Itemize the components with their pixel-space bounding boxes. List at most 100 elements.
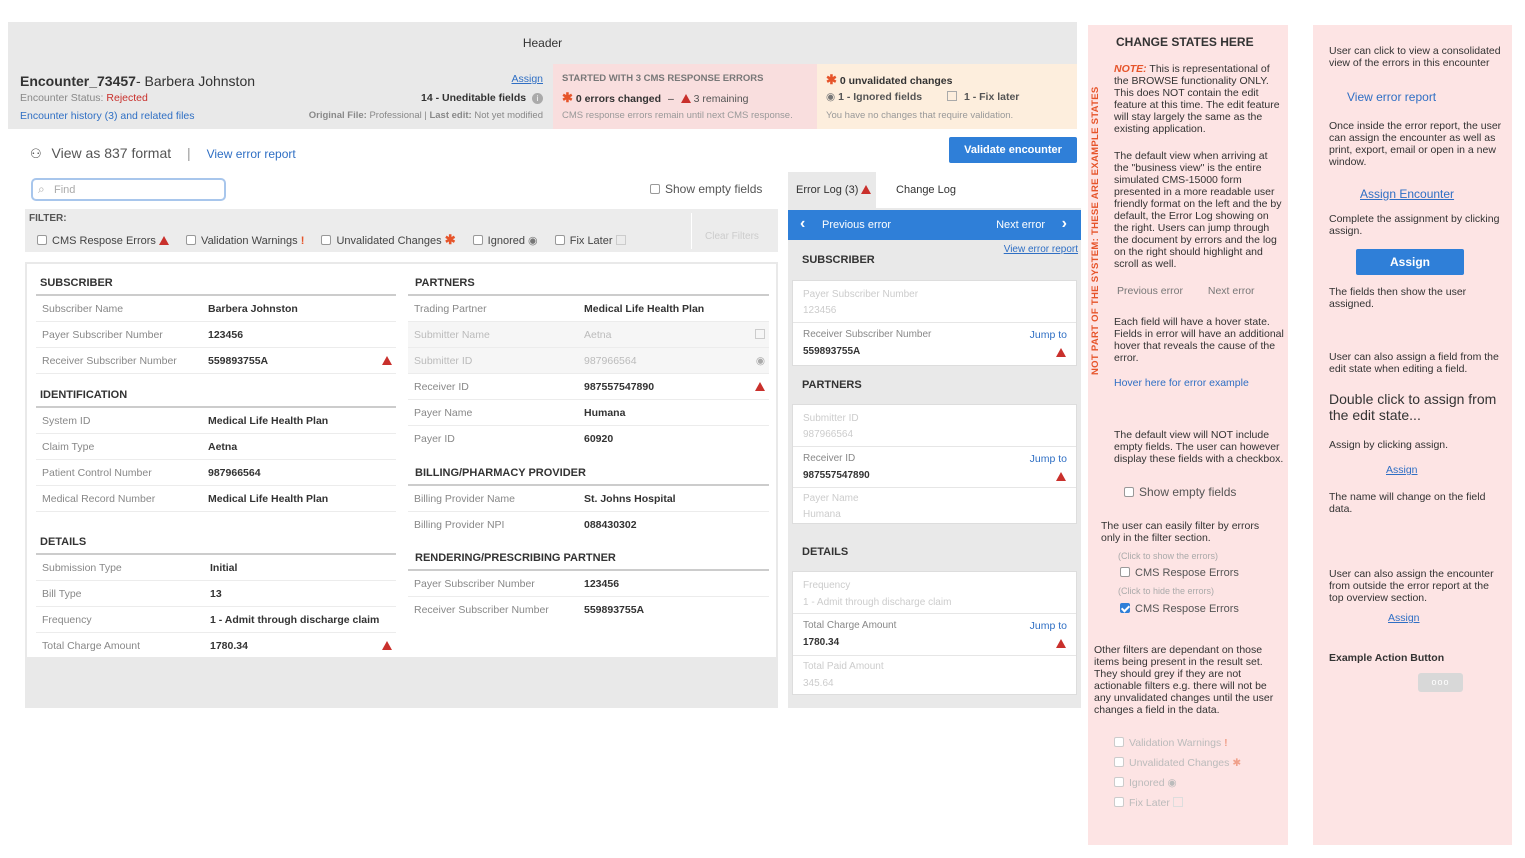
info-icon[interactable]: i [532,93,543,104]
table-row[interactable]: Patient Control Number 987966564 [36,460,396,486]
encounter-history-link[interactable]: Encounter history (3) and related files [20,110,195,122]
table-row[interactable]: Total Charge Amount 1780.34 [36,633,396,659]
next-error-button[interactable]: Next error [996,219,1045,231]
example-cms-checked[interactable]: CMS Respose Errors [1120,603,1239,615]
table-row[interactable]: Payer Name Humana [408,400,769,426]
fix-later-square-icon[interactable] [755,329,765,339]
table-row[interactable]: System ID Medical Life Health Plan [36,408,396,434]
chevron-left-icon[interactable]: ‹ [800,215,805,233]
assign-encounter-link[interactable]: Assign Encounter [1360,187,1454,201]
warning-icon[interactable] [382,641,392,650]
filter-cms-errors[interactable]: CMS Respose Errors [37,235,169,247]
table-row[interactable]: Payer ID 60920 [408,426,769,452]
example-view-error-report[interactable]: View error report [1347,90,1436,104]
tree-icon[interactable]: ⚇ [30,146,42,161]
validate-encounter-button[interactable]: Validate encounter [949,137,1077,163]
last-edit-value: Not yet modified [474,110,543,121]
filter-divider [691,213,692,249]
identification-heading: IDENTIFICATION [40,389,128,401]
assign-link-1[interactable]: Assign [1386,464,1418,476]
vertical-note: NOT PART OF THE SYSTEM: THESE ARE EXAMPL… [1090,86,1101,375]
file-meta: Original File: Professional | Last edit:… [308,110,543,121]
empty-fields-text: The default view will NOT include empty … [1114,429,1284,465]
assign-notes-panel: User can click to view a consolidated vi… [1313,25,1512,845]
error-details-heading: DETAILS [802,546,849,558]
example-previous-error[interactable]: Previous error [1117,285,1183,297]
view-837-link[interactable]: View as 837 format [52,145,172,161]
table-row[interactable]: Payer Subscriber Number 123456 [408,571,769,597]
view-error-report-link[interactable]: View error report [207,147,296,161]
error-field-label: Total Charge Amount [803,620,897,631]
table-row[interactable]: Billing Provider NPI 088430302 [408,512,769,538]
example-next-error[interactable]: Next error [1208,285,1255,297]
error-field-label: Submitter ID [803,413,859,424]
table-row[interactable]: Receiver ID 987557547890 [408,374,769,400]
greyed-unvalidated-changes: Unvalidated Changes ✱ [1114,753,1241,773]
uneditable-fields: 14 - Uneditable fields i [421,92,543,104]
example-action-button[interactable]: ooo [1418,673,1463,692]
jump-to-link[interactable]: Jump to [1030,620,1067,632]
greyed-ignored: Ignored ◉ [1114,773,1241,793]
table-row[interactable]: Medical Record Number Medical Life Health… [36,486,396,512]
table-row[interactable]: Payer Subscriber Number 123456 [36,322,396,348]
hover-error-example-link[interactable]: Hover here for error example [1114,377,1249,389]
warning-icon [680,94,691,103]
assign-link-2[interactable]: Assign [1388,612,1420,624]
eye-slash-icon: ◉ [826,91,836,103]
example-action-title: Example Action Button [1329,652,1445,664]
tab-error-log[interactable]: Error Log (3) [788,172,876,208]
unvalidated-counts: ◉ 1 - Ignored fields 1 - Fix later [826,91,1019,103]
table-row[interactable]: Subscriber Name Barbera Johnston [36,296,396,322]
jump-to-link[interactable]: Jump to [1030,329,1067,341]
encounter-patient: - Barbera Johnston [135,73,256,89]
cms-note: CMS response errors remain until next CM… [562,110,793,121]
table-row[interactable]: Receiver Subscriber Number 559893755A [36,348,396,374]
warning-icon [1056,639,1066,648]
exclamation-icon: ! [300,235,305,247]
assign-link[interactable]: Assign [511,73,543,85]
table-row[interactable]: Bill Type 13 [36,581,396,607]
filter-ignored[interactable]: Ignored ◉ [472,235,538,247]
error-details-box: Frequency 1 - Admit through discharge cl… [792,571,1077,695]
click-show-hint: (Click to show the errors) [1118,551,1219,561]
show-empty-toggle[interactable]: Show empty fields [650,182,762,196]
greyed-filters: Validation Warnings ! Unvalidated Change… [1114,733,1241,813]
assign-button[interactable]: Assign [1356,249,1464,275]
tab-change-log[interactable]: Change Log [876,172,976,208]
table-row[interactable]: Submitter Name Aetna [408,322,769,348]
error-field-value: 987557547890 [803,470,870,481]
assign-by-click-text: Assign by clicking assign. [1329,439,1449,451]
filter-fix-later[interactable]: Fix Later [554,235,626,247]
example-show-empty[interactable]: Show empty fields [1124,485,1236,499]
jump-to-link[interactable]: Jump to [1030,453,1067,465]
table-row[interactable]: Submission Type Initial [36,555,396,581]
change-states-panel: NOT PART OF THE SYSTEM: THESE ARE EXAMPL… [1088,25,1288,845]
warning-icon [158,236,169,245]
show-empty-checkbox[interactable] [650,184,660,194]
table-row[interactable]: Billing Provider Name St. Johns Hospital [408,486,769,512]
table-row[interactable]: Receiver Subscriber Number 559893755A [408,597,769,623]
table-row[interactable]: Submitter ID 987966564 ◉ [408,348,769,374]
warning-icon[interactable] [755,382,765,391]
example-cms-unchecked[interactable]: CMS Respose Errors [1120,567,1239,579]
find-placeholder: Find [54,184,76,196]
find-input[interactable]: ⌕ Find [31,178,226,201]
previous-error-button[interactable]: Previous error [822,219,891,231]
chevron-right-icon[interactable]: › [1062,215,1067,233]
filter-validation-warnings[interactable]: Validation Warnings ! [186,235,304,247]
view-837-row: ⚇ View as 837 format | View error report [30,145,296,162]
rendering-heading: RENDERING/PRESCRIBING PARTNER [415,552,616,564]
table-row[interactable]: Claim Type Aetna [36,434,396,460]
hover-text: Each field will have a hover state. Fiel… [1114,316,1284,364]
clear-filters-button[interactable]: Clear Filters [705,231,759,242]
last-edit-label: Last edit: [429,110,472,121]
warning-icon[interactable] [382,356,392,365]
table-row[interactable]: Frequency 1 - Admit through discharge cla… [36,607,396,633]
table-row[interactable]: Trading Partner Medical Life Health Plan [408,296,769,322]
filter-unvalidated-changes[interactable]: Unvalidated Changes ✱ [321,232,456,247]
view-error-report-link[interactable]: View error report [1004,244,1078,255]
eye-slash-icon[interactable]: ◉ [756,348,765,374]
unvalidated-summary: ✱ 0 unvalidated changes ◉ 1 - Ignored fi… [817,64,1077,129]
default-view-text: The default view when arriving at the "b… [1114,150,1282,270]
error-field-label: Receiver Subscriber Number [803,329,932,340]
